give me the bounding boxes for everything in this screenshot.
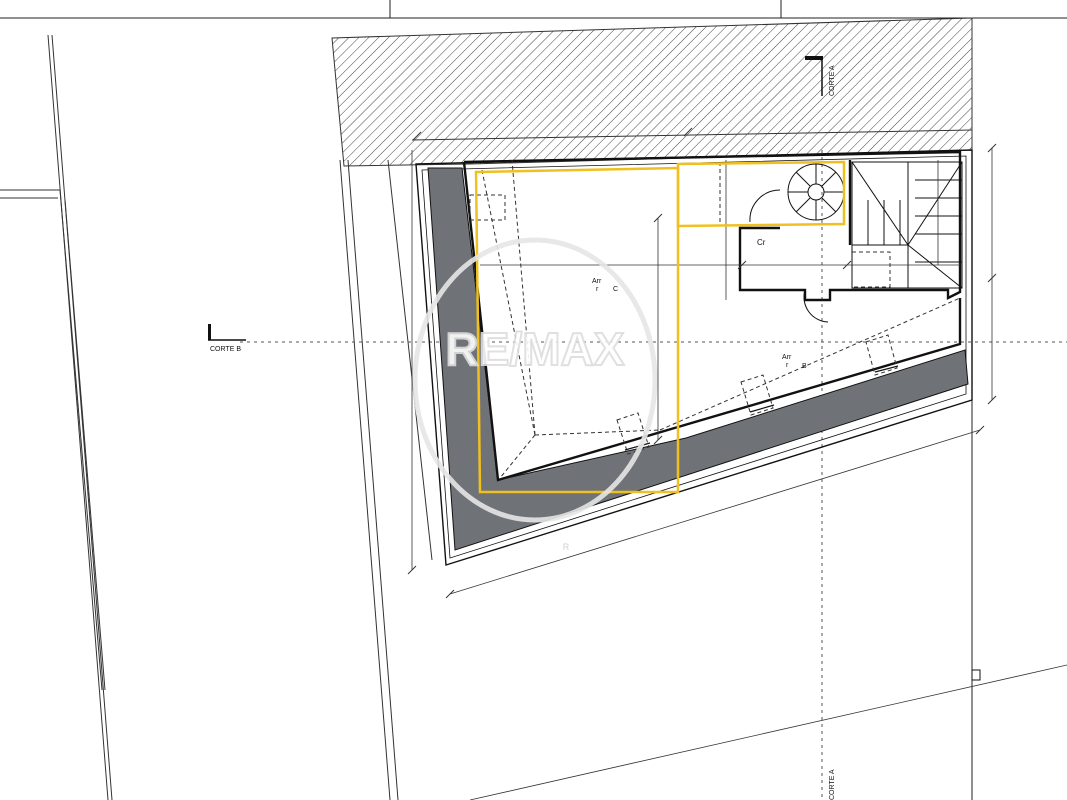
room-cr-label: Cr (757, 238, 766, 247)
small-marker (971, 669, 981, 681)
room-b-letter: B (802, 363, 807, 370)
main-staircase (851, 161, 963, 289)
room-c-label-1: Arr (592, 278, 602, 285)
room-b-label-2: r (786, 362, 789, 369)
watermark-registered-mark: R (563, 542, 570, 552)
watermark-brand: RE/MAX (446, 323, 625, 375)
corte-a-label-top: CORTE A (829, 65, 836, 96)
room-b-label-1: Arr (782, 354, 792, 361)
section-marker-b (208, 324, 246, 341)
highlight-area-cr (676, 160, 846, 228)
corte-b-label: CORTE B (210, 346, 241, 353)
floor-plan-drawing: RE/MAX R CORTE B CORTE A CORTE A Arr r C… (0, 0, 1067, 800)
room-c-label-2: r (596, 286, 599, 293)
corte-a-label-bottom: CORTE A (829, 769, 836, 800)
spiral-staircase (787, 163, 845, 221)
room-c-letter: C (613, 286, 618, 293)
hatched-neighbour-block (331, 17, 973, 167)
